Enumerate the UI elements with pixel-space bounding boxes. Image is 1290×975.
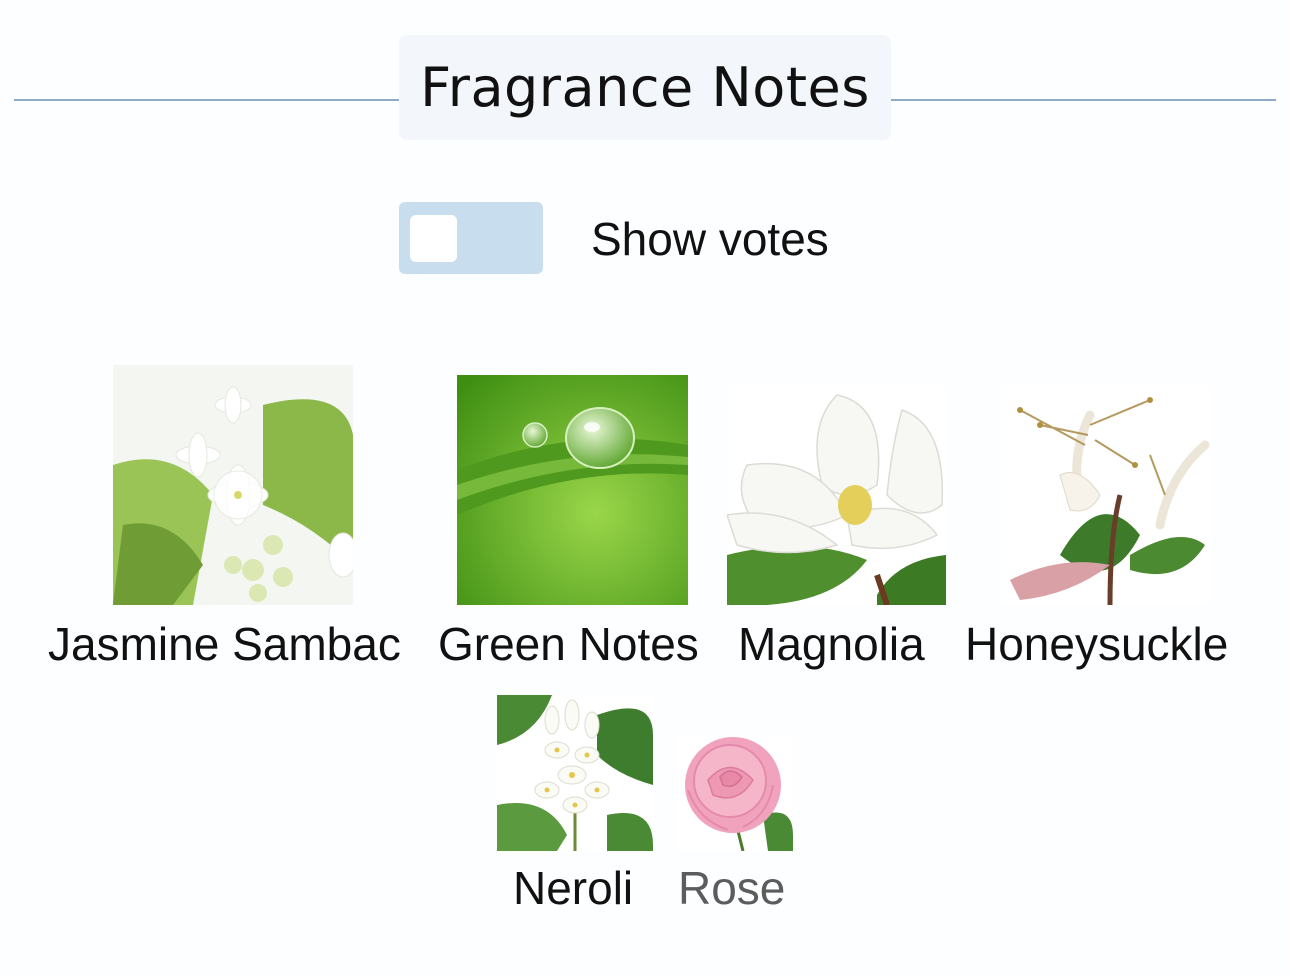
note-name[interactable]: Honeysuckle <box>965 617 1228 671</box>
note-name[interactable]: Neroli <box>513 861 633 915</box>
note-name[interactable]: Green Notes <box>438 617 699 671</box>
note-honeysuckle[interactable]: Honeysuckle <box>960 385 1250 675</box>
green-leaf-icon[interactable] <box>457 375 688 605</box>
note-name[interactable]: Magnolia <box>738 617 925 671</box>
note-magnolia[interactable]: Magnolia <box>727 385 947 675</box>
magnolia-flower-icon[interactable] <box>727 385 946 605</box>
neroli-flower-icon[interactable] <box>497 695 653 851</box>
rose-flower-icon[interactable] <box>678 735 793 851</box>
header-divider-right <box>890 99 1276 101</box>
honeysuckle-flower-icon[interactable] <box>1000 385 1210 605</box>
note-green-notes[interactable]: Green Notes <box>436 375 711 675</box>
note-rose[interactable]: Rose <box>675 695 800 920</box>
note-jasmine-sambac[interactable]: Jasmine Sambac <box>40 365 425 675</box>
note-name[interactable]: Rose <box>678 861 785 915</box>
jasmine-flower-icon[interactable] <box>113 365 353 605</box>
section-title: Fragrance Notes <box>399 35 891 140</box>
header-divider-left <box>14 99 400 101</box>
note-neroli[interactable]: Neroli <box>497 695 657 920</box>
note-name[interactable]: Jasmine Sambac <box>48 617 401 671</box>
show-votes-label: Show votes <box>591 213 829 265</box>
show-votes-toggle[interactable] <box>399 202 543 274</box>
toggle-knob[interactable] <box>410 215 457 262</box>
section-title-text: Fragrance Notes <box>420 56 870 119</box>
